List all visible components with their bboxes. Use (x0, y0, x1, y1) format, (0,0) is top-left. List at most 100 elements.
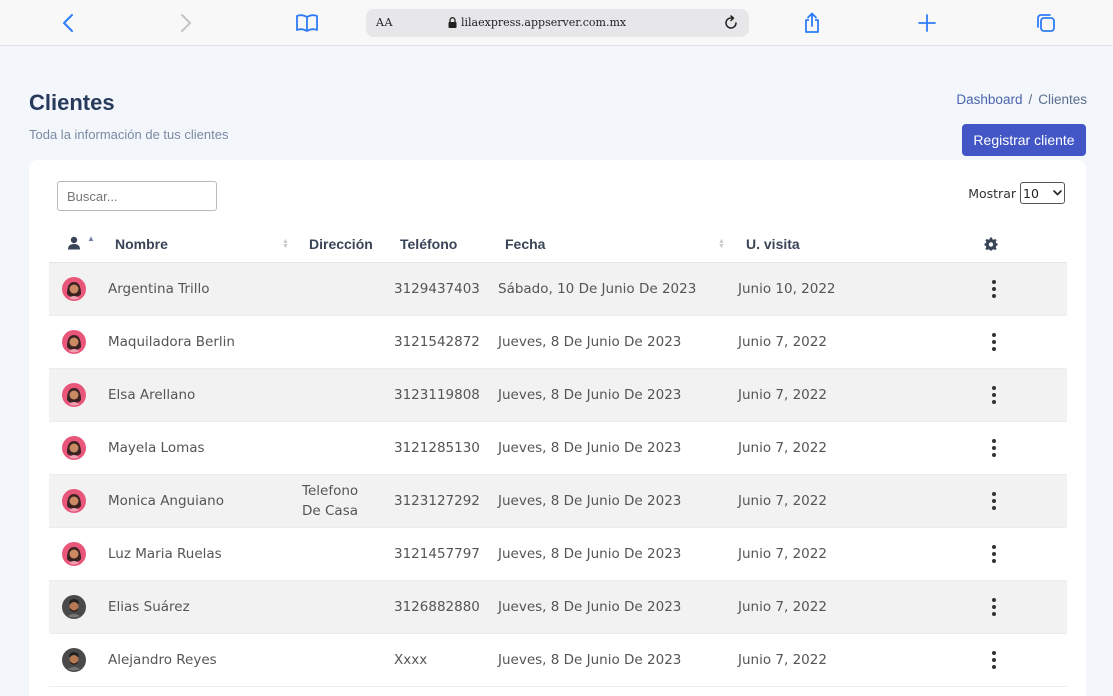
avatar-column-header[interactable] (67, 236, 81, 253)
sort-icon: ▲ ▼ (718, 238, 725, 250)
text-size-button[interactable]: AA (376, 16, 393, 29)
kebab-dot-icon (992, 347, 996, 351)
reload-icon (725, 15, 737, 29)
client-date: Jueves, 8 De Junio De 2023 (498, 652, 682, 668)
client-phone: 3129437403 (394, 281, 480, 297)
chevron-left-icon (63, 14, 73, 32)
kebab-dot-icon (992, 439, 996, 443)
url-text: lilaexpress.appserver.com.mx (461, 16, 627, 29)
kebab-dot-icon (992, 333, 996, 337)
client-phone: 3126882880 (394, 599, 480, 615)
client-phone: 3123127292 (394, 493, 480, 509)
share-button[interactable] (792, 0, 832, 46)
client-name[interactable]: Luz Maria Ruelas (108, 546, 222, 562)
client-phone: Xxxx (394, 652, 428, 668)
column-header-date[interactable]: Fecha (505, 236, 545, 252)
female-avatar-icon (62, 542, 86, 566)
table-row[interactable]: Maquiladora Berlin 3121542872 Jueves, 8 … (49, 316, 1067, 369)
table-row[interactable]: Luz Maria Ruelas 3121457797 Jueves, 8 De… (49, 528, 1067, 581)
row-actions-button[interactable] (987, 437, 1001, 459)
column-header-last-visit[interactable]: U. visita (746, 236, 800, 252)
client-last-visit: Junio 7, 2022 (738, 493, 827, 509)
client-name[interactable]: Alejandro Reyes (108, 652, 217, 668)
breadcrumb-current: Clientes (1038, 92, 1087, 107)
book-icon (296, 14, 318, 32)
client-name[interactable]: Elias Suárez (108, 599, 190, 615)
kebab-dot-icon (992, 294, 996, 298)
column-header-phone[interactable]: Teléfono (400, 236, 457, 252)
male-avatar-icon (62, 595, 86, 619)
back-button[interactable] (48, 0, 88, 46)
row-actions-button[interactable] (987, 543, 1001, 565)
client-name[interactable]: Maquiladora Berlin (108, 334, 235, 350)
client-last-visit: Junio 10, 2022 (738, 281, 836, 297)
kebab-dot-icon (992, 280, 996, 284)
page-size-select[interactable]: 10 (1020, 182, 1065, 204)
page-title: Clientes (29, 90, 115, 115)
client-date: Jueves, 8 De Junio De 2023 (498, 599, 682, 615)
client-name[interactable]: Elsa Arellano (108, 387, 195, 403)
client-date: Sábado, 10 De Junio De 2023 (498, 281, 697, 297)
browser-toolbar: AA lilaexpress.appserver.com.mx (0, 0, 1113, 46)
register-client-button[interactable]: Registrar cliente (962, 124, 1086, 156)
client-name[interactable]: Monica Anguiano (108, 493, 224, 509)
share-icon (805, 12, 819, 33)
forward-button[interactable] (166, 0, 206, 46)
client-last-visit: Junio 7, 2022 (738, 652, 827, 668)
plus-icon (918, 14, 936, 32)
row-actions-button[interactable] (987, 278, 1001, 300)
client-date: Jueves, 8 De Junio De 2023 (498, 334, 682, 350)
row-actions-button[interactable] (987, 596, 1001, 618)
kebab-dot-icon (992, 386, 996, 390)
table-row[interactable]: Elsa Arellano 3123119808 Jueves, 8 De Ju… (49, 369, 1067, 422)
search-input[interactable] (57, 181, 217, 211)
table-row[interactable]: Alejandro Reyes Xxxx Jueves, 8 De Junio … (49, 634, 1067, 687)
breadcrumb-separator: / (1028, 92, 1033, 107)
female-avatar-icon (62, 489, 86, 513)
kebab-dot-icon (992, 287, 996, 291)
tabs-icon (1037, 14, 1055, 32)
kebab-dot-icon (992, 340, 996, 344)
table-row[interactable]: Monica Anguiano Telefono De Casa 3123127… (49, 475, 1067, 528)
client-last-visit: Junio 7, 2022 (738, 599, 827, 615)
row-actions-button[interactable] (987, 384, 1001, 406)
kebab-dot-icon (992, 651, 996, 655)
client-address: Telefono De Casa (302, 481, 358, 521)
table-row[interactable]: Mayela Lomas 3121285130 Jueves, 8 De Jun… (49, 422, 1067, 475)
breadcrumb-dashboard[interactable]: Dashboard (956, 92, 1022, 107)
row-actions-button[interactable] (987, 331, 1001, 353)
client-name[interactable]: Mayela Lomas (108, 440, 205, 456)
row-actions-button[interactable] (987, 490, 1001, 512)
client-last-visit: Junio 7, 2022 (738, 334, 827, 350)
table-row[interactable]: Elias Suárez 3126882880 Jueves, 8 De Jun… (49, 581, 1067, 634)
breadcrumb: Dashboard / Clientes (956, 92, 1087, 107)
url-display: lilaexpress.appserver.com.mx (448, 16, 688, 29)
client-date: Jueves, 8 De Junio De 2023 (498, 493, 682, 509)
row-actions-button[interactable] (987, 649, 1001, 671)
table-header: ▲ Nombre ▲ ▼ Dirección Teléfono Fecha ▲ ▼ … (49, 226, 1067, 263)
new-tab-button[interactable] (907, 0, 947, 46)
kebab-dot-icon (992, 665, 996, 669)
address-bar[interactable]: AA lilaexpress.appserver.com.mx (366, 9, 749, 37)
bookmarks-button[interactable] (287, 0, 327, 46)
column-header-address[interactable]: Dirección (309, 236, 373, 252)
kebab-dot-icon (992, 545, 996, 549)
gear-icon (984, 237, 998, 251)
client-date: Jueves, 8 De Junio De 2023 (498, 440, 682, 456)
kebab-dot-icon (992, 612, 996, 616)
kebab-dot-icon (992, 658, 996, 662)
kebab-dot-icon (992, 552, 996, 556)
table-row[interactable]: Argentina Trillo 3129437403 Sábado, 10 D… (49, 263, 1067, 316)
page-size-value: 10 (1023, 185, 1039, 201)
reload-button[interactable] (719, 11, 743, 35)
client-phone: 3121285130 (394, 440, 480, 456)
client-name[interactable]: Argentina Trillo (108, 281, 209, 297)
settings-column-header[interactable] (984, 237, 998, 254)
client-address-line1: Telefono (302, 483, 359, 499)
female-avatar-icon (62, 436, 86, 460)
column-header-name[interactable]: Nombre (115, 236, 168, 252)
sort-icon: ▲ ▼ (282, 238, 289, 250)
kebab-dot-icon (992, 453, 996, 457)
tabs-button[interactable] (1026, 0, 1066, 46)
male-avatar-icon (62, 648, 86, 672)
